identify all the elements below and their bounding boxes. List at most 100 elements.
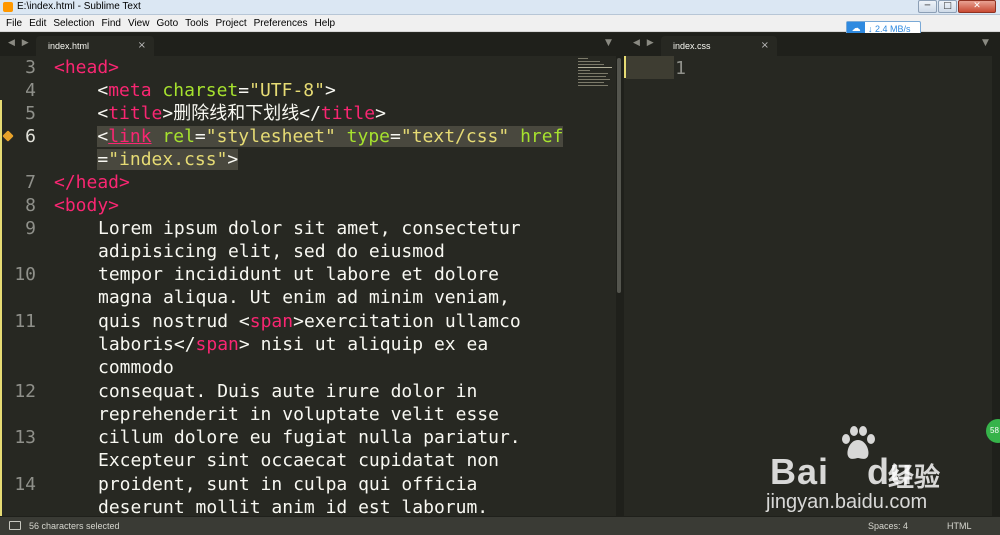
code-text-line: laboris</span> nisi ut aliquip ex ea: [98, 333, 488, 356]
maximize-button[interactable]: □: [938, 0, 957, 13]
menu-file[interactable]: File: [4, 18, 27, 29]
left-pane-dropdown-icon[interactable]: ▼: [605, 38, 612, 48]
menu-tools[interactable]: Tools: [183, 18, 213, 29]
attr-name: rel: [162, 126, 195, 147]
syntax-status[interactable]: HTML: [947, 521, 972, 531]
code-text-line: commodo: [98, 357, 174, 378]
code-line-7: </head>: [54, 171, 130, 194]
scrollbar-thumb[interactable]: [617, 58, 621, 293]
code-text-line: tempor incididunt ut labore et dolore: [98, 264, 499, 285]
line-number-gutter: 3 4 5 6 7 8 9 10 11 12 13 14: [0, 56, 50, 535]
line-number: 7: [25, 172, 36, 193]
tab-close-icon[interactable]: ×: [761, 40, 769, 51]
code-text-line: Excepteur sint occaecat cupidatat non: [98, 450, 499, 471]
left-pane-nav-arrows-icon[interactable]: ◀ ▶: [8, 38, 31, 48]
minimap[interactable]: [578, 56, 614, 92]
line-number: 11: [14, 311, 36, 332]
code-text-line: quis nostrud <span>exercitation ullamco: [98, 311, 521, 332]
window-title: E:\index.html - Sublime Text: [17, 1, 141, 12]
code-text-line: cillum dolore eu fugiat nulla pariatur.: [98, 427, 521, 448]
tag-name: span: [249, 311, 294, 332]
attr-value: "text/css": [400, 126, 510, 147]
code-text: <body>: [54, 195, 120, 216]
code-line-8: <body>: [54, 194, 119, 217]
sublime-app-icon: [3, 2, 13, 12]
code-text-line: deserunt mollit anim id est laborum.: [98, 497, 489, 516]
tag-name: title: [320, 103, 376, 124]
minimap-line: [578, 85, 608, 86]
menu-view[interactable]: View: [126, 18, 155, 29]
tag-name: title: [108, 103, 163, 124]
attr-value: "stylesheet": [205, 126, 336, 147]
selected-text: ="index.css">: [97, 149, 239, 170]
minimap-line: [578, 64, 604, 65]
right-scrollbar[interactable]: [992, 56, 1000, 516]
code-line-5: <title>删除线和下划线</title>: [54, 102, 386, 125]
attr-name: type: [346, 126, 391, 147]
modified-lines-marker: [624, 56, 626, 78]
line-number: 9: [25, 218, 36, 239]
menu-find[interactable]: Find: [100, 18, 126, 29]
attr-name: charset: [162, 80, 239, 101]
menu-goto[interactable]: Goto: [154, 18, 183, 29]
line-number: 12: [14, 381, 36, 402]
status-bar: 56 characters selected Spaces: 4 HTML: [0, 516, 1000, 535]
minimap-line: [578, 79, 610, 80]
selection-status: 56 characters selected: [29, 521, 120, 531]
title-bar: E:\index.html - Sublime Text ─ □ ✕: [0, 0, 1000, 15]
code-text: exercitation ullamco: [303, 311, 521, 332]
line-number: 13: [14, 427, 36, 448]
line-number: 5: [25, 103, 36, 124]
pane-divider[interactable]: [622, 56, 624, 516]
tab-label: index.css: [673, 41, 711, 51]
html-editor[interactable]: <head> <meta charset="UTF-8"> <title>删除线…: [54, 56, 574, 516]
code-line-6-wrap: ="index.css">: [54, 148, 239, 171]
title-text: 删除线和下划线: [173, 103, 300, 124]
selected-text: <link rel="stylesheet" type="text/css" h…: [97, 126, 564, 147]
line-number: 14: [14, 474, 36, 495]
right-pane-dropdown-icon[interactable]: ▼: [982, 38, 989, 48]
menu-preferences[interactable]: Preferences: [252, 18, 313, 29]
code-text-line: adipisicing elit, sed do eiusmod: [98, 241, 445, 262]
code-text-line: proident, sunt in culpa qui officia: [98, 474, 478, 495]
code-text-line: reprehenderit in voluptate velit esse: [98, 404, 499, 425]
menu-project[interactable]: Project: [214, 18, 252, 29]
code-text-line: Lorem ipsum dolor sit amet, consectetur: [98, 218, 521, 239]
line-number: 3: [25, 57, 36, 78]
code-text-line: consequat. Duis aute irure dolor in: [98, 381, 478, 402]
minimap-line: [578, 58, 588, 59]
close-button[interactable]: ✕: [958, 0, 996, 13]
code-text: </head>: [54, 172, 130, 193]
minimap-line: [578, 67, 612, 68]
tab-label: index.html: [48, 41, 90, 51]
code-text-line: magna aliqua. Ut enim ad minim veniam,: [98, 287, 510, 308]
code-line-4: <meta charset="UTF-8">: [54, 79, 335, 102]
minimize-button[interactable]: ─: [918, 0, 937, 13]
tag-name: meta: [108, 80, 152, 101]
menu-edit[interactable]: Edit: [27, 18, 51, 29]
code-line-6: <link rel="stylesheet" type="text/css" h…: [54, 125, 564, 148]
right-pane-nav-arrows-icon[interactable]: ◀ ▶: [633, 38, 656, 48]
line-number: 6: [25, 126, 36, 147]
tab-index-html[interactable]: index.html ×: [36, 36, 154, 56]
attr-name: href: [520, 126, 564, 147]
minimap-line: [578, 76, 606, 77]
code-text: laboris</: [98, 334, 196, 355]
indentation-status[interactable]: Spaces: 4: [868, 521, 908, 531]
menu-help[interactable]: Help: [313, 18, 341, 29]
code-text: quis nostrud: [98, 311, 239, 332]
code-line-3: <head>: [54, 56, 119, 79]
code-text: <head>: [54, 57, 120, 78]
tab-close-icon[interactable]: ×: [138, 40, 146, 51]
line-number: 10: [14, 264, 36, 285]
menu-selection[interactable]: Selection: [51, 18, 99, 29]
css-editor[interactable]: [674, 56, 992, 516]
minimap-line: [578, 70, 590, 71]
console-panel-icon[interactable]: [9, 521, 21, 530]
tab-index-css[interactable]: index.css ×: [661, 36, 777, 56]
minimap-line: [578, 73, 608, 74]
attr-value: "UTF-8": [249, 80, 325, 101]
line-number: 8: [25, 195, 36, 216]
